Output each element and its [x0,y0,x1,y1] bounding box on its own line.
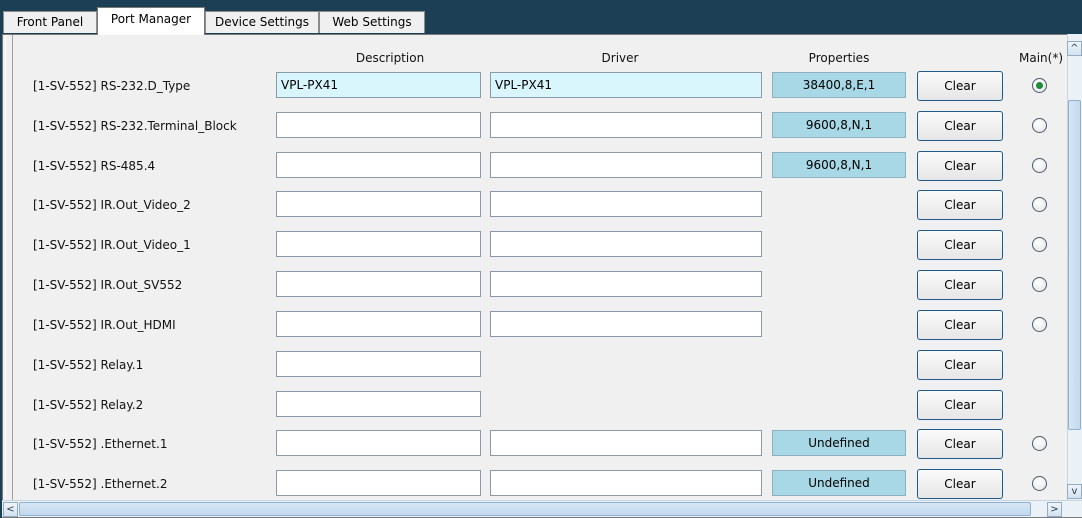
description-input[interactable] [276,351,481,377]
driver-input[interactable] [490,470,762,496]
main-radio[interactable] [1032,197,1047,212]
description-input[interactable]: VPL-PX41 [276,72,481,98]
driver-input[interactable] [490,311,762,337]
description-input[interactable] [276,311,481,337]
properties-value[interactable]: 9600,8,N,1 [772,152,906,178]
clear-button[interactable]: Clear [917,310,1003,340]
port-label: [1-SV-552] RS-232.Terminal_Block [33,119,237,133]
driver-input[interactable]: VPL-PX41 [490,72,762,98]
description-input[interactable] [276,191,481,217]
main-radio[interactable] [1032,78,1047,93]
main-radio[interactable] [1032,476,1047,491]
port-label: [1-SV-552] .Ethernet.2 [33,477,168,491]
driver-input[interactable] [490,152,762,178]
properties-value[interactable]: 38400,8,E,1 [772,72,906,98]
driver-input[interactable] [490,271,762,297]
port-label: [1-SV-552] RS-485.4 [33,159,156,173]
description-input[interactable] [276,391,481,417]
clear-button[interactable]: Clear [917,111,1003,141]
header-main: Main(*) [1018,51,1063,65]
main-radio[interactable] [1032,118,1047,133]
panel-edge [3,35,13,517]
description-input[interactable] [276,430,481,456]
port-label: [1-SV-552] IR.Out_Video_2 [33,198,191,212]
clear-button[interactable]: Clear [917,390,1003,420]
description-input[interactable] [276,470,481,496]
clear-button[interactable]: Clear [917,429,1003,459]
clear-button[interactable]: Clear [917,151,1003,181]
description-input[interactable] [276,112,481,138]
driver-input[interactable] [490,112,762,138]
port-label: [1-SV-552] Relay.1 [33,358,144,372]
tab-device-settings[interactable]: Device Settings [205,11,319,33]
main-radio[interactable] [1032,158,1047,173]
tab-port-manager[interactable]: Port Manager [97,7,205,35]
header-description: Description [355,51,425,65]
description-input[interactable] [276,271,481,297]
clear-button[interactable]: Clear [917,71,1003,101]
clear-button[interactable]: Clear [917,230,1003,260]
main-radio[interactable] [1032,317,1047,332]
description-input[interactable] [276,231,481,257]
port-label: [1-SV-552] IR.Out_HDMI [33,318,176,332]
clear-button[interactable]: Clear [917,270,1003,300]
properties-value[interactable]: Undefined [772,470,906,496]
port-label: [1-SV-552] RS-232.D_Type [33,79,191,93]
port-label: [1-SV-552] IR.Out_SV552 [33,278,183,292]
driver-input[interactable] [490,231,762,257]
vertical-scroll-thumb[interactable] [1068,100,1081,430]
scroll-down-icon[interactable]: v [1067,484,1082,499]
tab-front-panel[interactable]: Front Panel [3,11,97,33]
port-label: [1-SV-552] IR.Out_Video_1 [33,238,191,252]
header-properties: Properties [808,51,870,65]
driver-input[interactable] [490,191,762,217]
scroll-right-icon[interactable]: > [1047,502,1062,517]
driver-input[interactable] [490,430,762,456]
properties-value[interactable]: Undefined [772,430,906,456]
properties-value[interactable]: 9600,8,N,1 [772,112,906,138]
clear-button[interactable]: Clear [917,350,1003,380]
scroll-up-icon[interactable]: ^ [1067,41,1082,56]
description-input[interactable] [276,152,481,178]
tab-web-settings[interactable]: Web Settings [319,11,425,33]
tab-strip: Front Panel Port Manager Device Settings… [0,0,1082,35]
clear-button[interactable]: Clear [917,190,1003,220]
horizontal-scroll-thumb[interactable] [19,502,1031,516]
main-radio[interactable] [1032,237,1047,252]
main-radio[interactable] [1032,436,1047,451]
header-driver: Driver [601,51,639,65]
port-label: [1-SV-552] Relay.2 [33,398,144,412]
main-radio[interactable] [1032,277,1047,292]
clear-button[interactable]: Clear [917,469,1003,499]
scroll-left-icon[interactable]: < [3,502,18,517]
port-label: [1-SV-552] .Ethernet.1 [33,437,168,451]
